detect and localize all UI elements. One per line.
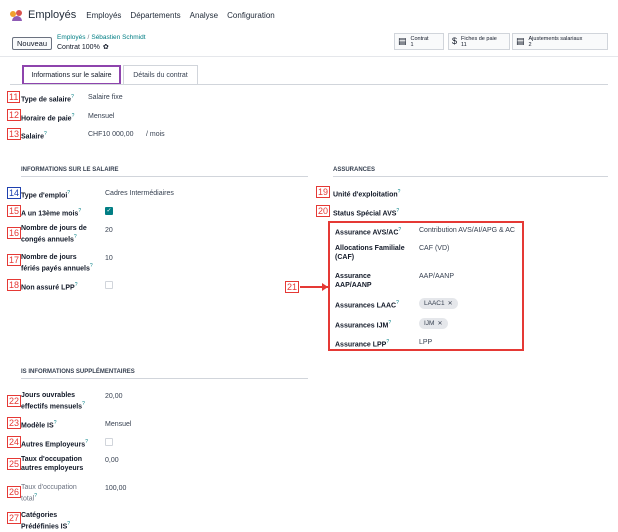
total-rate-label: Taux d'occupation total? — [21, 484, 77, 503]
pay-schedule-label: Horaire de paie? — [21, 113, 75, 123]
marker-12: 12 — [7, 109, 22, 121]
employees-app-icon[interactable] — [10, 9, 24, 21]
section-divider — [333, 176, 608, 177]
aap-aanp-value[interactable]: AAP/AANP — [419, 272, 454, 281]
marker-22: 22 — [7, 395, 22, 407]
control-panel-divider — [0, 56, 618, 57]
record-title: Contrat 100% — [57, 43, 100, 51]
marker-25: 25 — [7, 458, 22, 470]
salary-type-label: Type de salaire? — [21, 94, 74, 104]
ijm-tag[interactable]: IJM ✕ — [419, 318, 448, 329]
new-button[interactable]: Nouveau — [12, 37, 52, 50]
other-employers-rate-value[interactable]: 0,00 — [105, 456, 119, 465]
lpp-insurance-label: Assurance LPP? — [335, 339, 390, 349]
marker-19: 19 — [316, 186, 331, 198]
employment-type-value[interactable]: Cadres Intermédiaires — [105, 189, 174, 198]
lpp-insurance-value[interactable]: LPP — [419, 338, 432, 347]
paid-holidays-label: Nombre de jours fériés payés annuels? — [21, 254, 93, 273]
laac-insurance-label: Assurances LAAC? — [335, 300, 399, 310]
marker-11: 11 — [7, 91, 21, 103]
paid-holidays-value[interactable]: 10 — [105, 254, 113, 263]
annual-leave-days-label: Nombre de jours de congés annuels? — [21, 225, 87, 244]
thirteenth-month-label: A un 13ème mois? — [21, 208, 82, 218]
is-model-value[interactable]: Mensuel — [105, 420, 131, 429]
avs-ac-insurance-value[interactable]: Contribution AVS/AI/APG & AC — [419, 226, 515, 235]
marker-16: 16 — [7, 227, 22, 239]
salary-value[interactable]: CHF10 000,00 — [88, 130, 134, 139]
operating-unit-label: Unité d'exploitation? — [333, 189, 401, 199]
menu-analysis[interactable]: Analyse — [190, 11, 218, 20]
tab-contract-details[interactable]: Détails du contrat — [123, 65, 198, 84]
is-model-label: Modèle IS? — [21, 420, 57, 430]
avs-special-status-label: Status Spécial AVS? — [333, 208, 400, 218]
laac-tag[interactable]: LAAC1 ✕ — [419, 298, 458, 309]
remove-tag-icon[interactable]: ✕ — [437, 320, 442, 327]
menu-configuration[interactable]: Configuration — [227, 11, 275, 20]
ijm-insurance-label: Assurances IJM? — [335, 320, 392, 330]
pay-schedule-value[interactable]: Mensuel — [88, 112, 114, 121]
marker-23: 23 — [7, 417, 22, 429]
aap-aanp-label: Assurance AAP/AANP — [335, 273, 372, 289]
smart-button-salary-adjustments[interactable]: ▤ Ajustements salariaux 2 — [512, 33, 608, 50]
smart-button-contract[interactable]: ▤ Contrat 1 — [394, 33, 444, 50]
other-employers-checkbox[interactable] — [105, 438, 113, 446]
avs-ac-insurance-label: Assurance AVS/AC? — [335, 227, 402, 237]
annual-leave-days-value[interactable]: 20 — [105, 226, 113, 235]
marker-14: 14 — [7, 187, 22, 199]
app-name[interactable]: Employés — [28, 9, 76, 21]
menu-departments[interactable]: Départements — [130, 11, 180, 20]
other-employers-rate-label: Taux d'occupation autres employeurs — [21, 456, 84, 472]
marker-17: 17 — [7, 254, 22, 266]
smart-button-count: 2 — [528, 42, 532, 48]
marker-18: 18 — [7, 279, 22, 291]
total-rate-value: 100,00 — [105, 485, 127, 492]
predefined-is-categories-label: Catégories Prédéfinies IS? — [21, 512, 71, 531]
breadcrumb-separator: / — [87, 34, 90, 41]
not-insured-lpp-checkbox[interactable] — [105, 281, 113, 289]
gear-icon[interactable]: ✿ — [103, 43, 109, 51]
thirteenth-month-checkbox[interactable]: ✓ — [105, 207, 113, 215]
working-days-value[interactable]: 20,00 — [105, 392, 123, 401]
section-divider — [21, 176, 308, 177]
breadcrumb-employees[interactable]: Employés — [57, 34, 86, 41]
dollar-icon: $ — [452, 36, 458, 46]
salary-period: / mois — [146, 131, 165, 138]
tab-underline — [10, 84, 608, 85]
smart-button-count: 1 — [410, 42, 414, 48]
marker-13: 13 — [7, 128, 22, 140]
not-insured-lpp-label: Non assuré LPP? — [21, 282, 78, 292]
contract-icon: ▤ — [398, 36, 407, 46]
working-days-label: Jours ouvrables effectifs mensuels? — [21, 392, 85, 411]
marker-15: 15 — [7, 205, 22, 217]
salary-type-value[interactable]: Salaire fixe — [88, 93, 123, 102]
book-icon: ▤ — [516, 36, 525, 46]
section-divider — [21, 378, 308, 379]
breadcrumb-employee-name[interactable]: Sébastien Schmidt — [91, 34, 145, 41]
marker-20: 20 — [316, 205, 331, 217]
other-employers-label: Autres Employeurs? — [21, 439, 88, 449]
marker-24: 24 — [7, 436, 22, 448]
smart-button-payslips[interactable]: $ Fiches de paie 11 — [448, 33, 510, 50]
family-allowance-label: Allocations Familiale (CAF) — [335, 245, 405, 261]
employment-type-label: Type d'emploi? — [21, 190, 71, 200]
top-navbar: Employés Employés Départements Analyse C… — [0, 0, 618, 30]
arrow-head-icon — [322, 283, 328, 291]
remove-tag-icon[interactable]: ✕ — [448, 300, 453, 307]
family-allowance-value[interactable]: CAF (VD) — [419, 244, 449, 253]
smart-button-label: Ajustements salariaux — [528, 36, 583, 42]
tab-salary-info[interactable]: Informations sur le salaire — [22, 65, 121, 85]
marker-21: 21 — [285, 281, 300, 293]
marker-26: 26 — [7, 486, 22, 498]
menu-employees[interactable]: Employés — [86, 11, 121, 20]
section-is-info-title: IS INFORMATIONS SUPPLÉMENTAIRES — [21, 369, 135, 375]
record-title-line: Contrat 100% ✿ — [57, 43, 109, 52]
section-insurance-title: ASSURANCES — [333, 167, 376, 173]
salary-label: Salaire? — [21, 131, 47, 141]
breadcrumb: Employés / Sébastien Schmidt — [57, 34, 146, 41]
marker-27: 27 — [7, 512, 22, 524]
section-salary-info-title: INFORMATIONS SUR LE SALAIRE — [21, 167, 119, 173]
smart-button-count: 11 — [461, 42, 467, 48]
